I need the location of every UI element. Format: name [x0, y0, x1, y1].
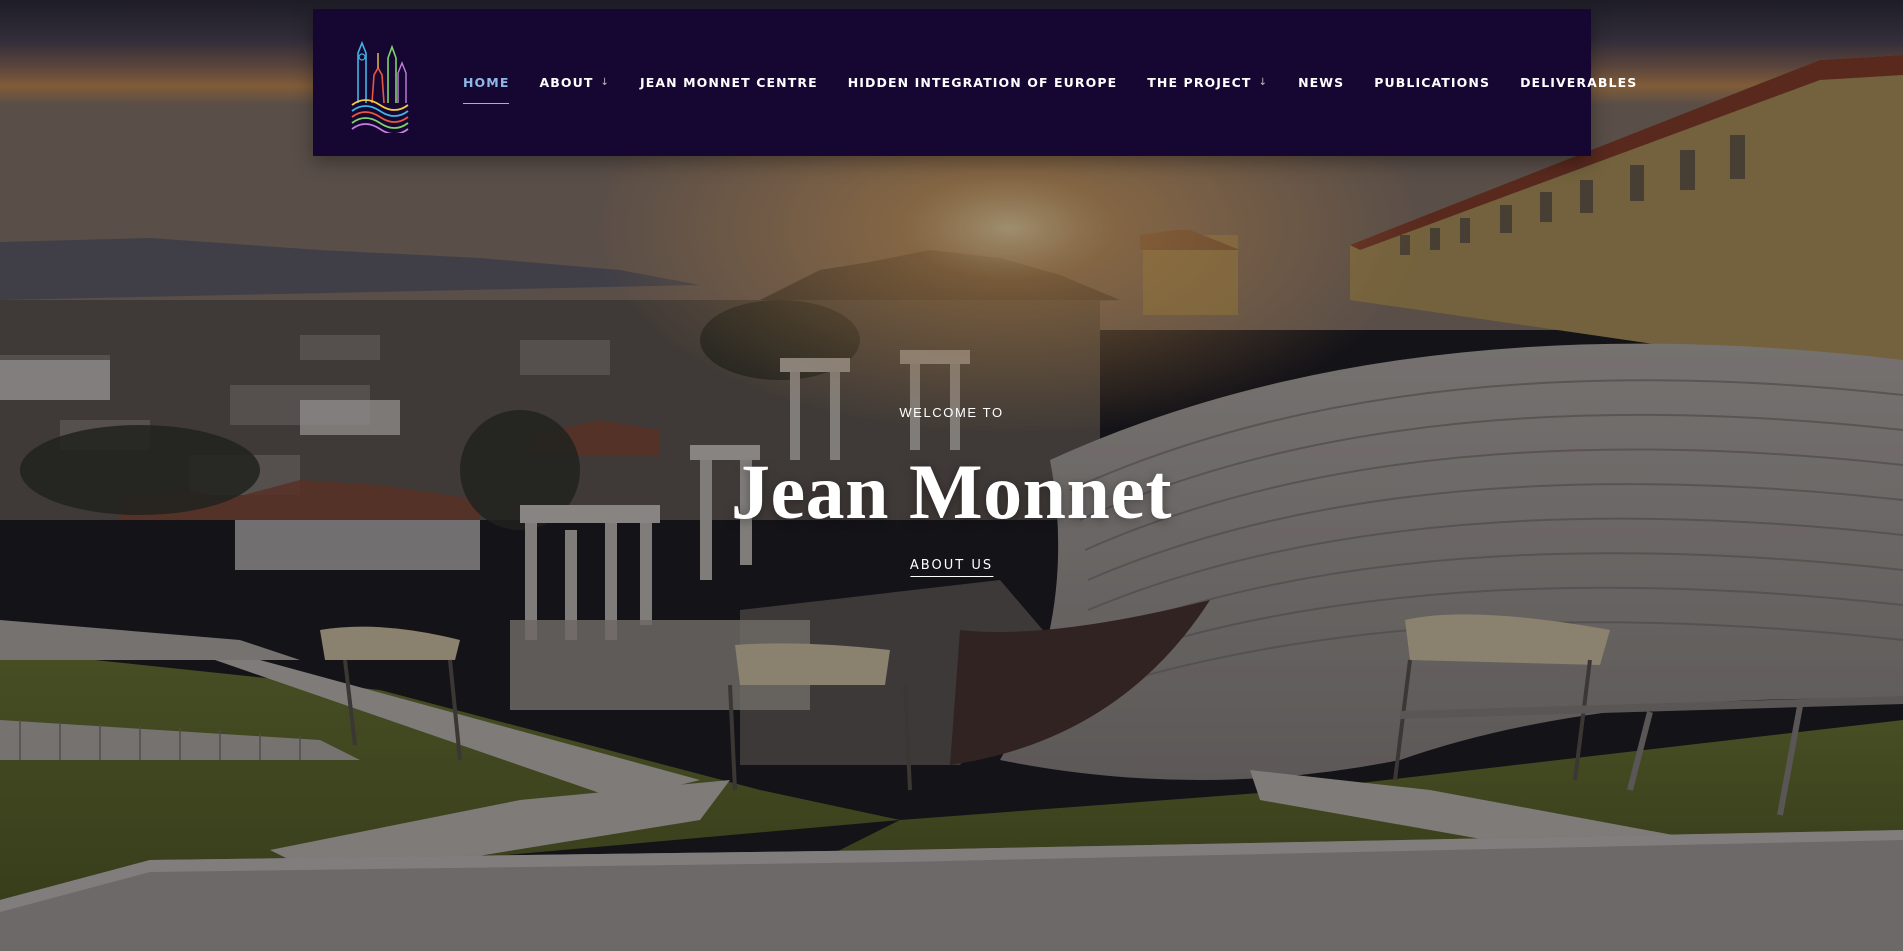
city-skyline-logo-icon — [351, 40, 409, 133]
nav-item-news[interactable]: NEWS — [1298, 67, 1344, 98]
nav-item-label: ABOUT — [539, 75, 594, 90]
nav-item-deliverables[interactable]: DELIVERABLES — [1520, 67, 1637, 98]
nav-item-hidden-integration[interactable]: HIDDEN INTEGRATION OF EUROPE — [848, 67, 1118, 98]
hero-welcome-text: WELCOME TO — [899, 405, 1004, 420]
nav-item-label: DELIVERABLES — [1520, 75, 1638, 90]
nav-item-publications[interactable]: PUBLICATIONS — [1374, 67, 1490, 98]
nav-item-about[interactable]: ABOUT ↓ — [539, 67, 610, 98]
about-us-link[interactable]: ABOUT US — [909, 558, 994, 577]
main-menu: HOME ABOUT ↓ JEAN MONNET CENTRE HIDDEN I… — [463, 9, 1667, 156]
nav-item-label: THE PROJECT — [1147, 75, 1252, 90]
chevron-down-icon: ↓ — [1258, 77, 1269, 88]
nav-item-label: PUBLICATIONS — [1374, 75, 1491, 90]
nav-item-the-project[interactable]: THE PROJECT ↓ — [1147, 67, 1268, 98]
nav-item-home[interactable]: HOME — [463, 67, 510, 104]
top-navbar: HOME ABOUT ↓ JEAN MONNET CENTRE HIDDEN I… — [313, 9, 1636, 156]
chevron-down-icon: ↓ — [600, 77, 610, 88]
hero-title: Jean Monnet — [731, 448, 1172, 535]
site-logo[interactable] — [350, 33, 410, 133]
nav-item-label: HOME — [463, 75, 510, 90]
nav-item-label: NEWS — [1298, 75, 1345, 90]
nav-item-jean-monnet-centre[interactable]: JEAN MONNET CENTRE — [640, 67, 818, 98]
nav-item-label: HIDDEN INTEGRATION OF EUROPE — [847, 75, 1118, 90]
nav-item-label: JEAN MONNET CENTRE — [639, 75, 818, 90]
